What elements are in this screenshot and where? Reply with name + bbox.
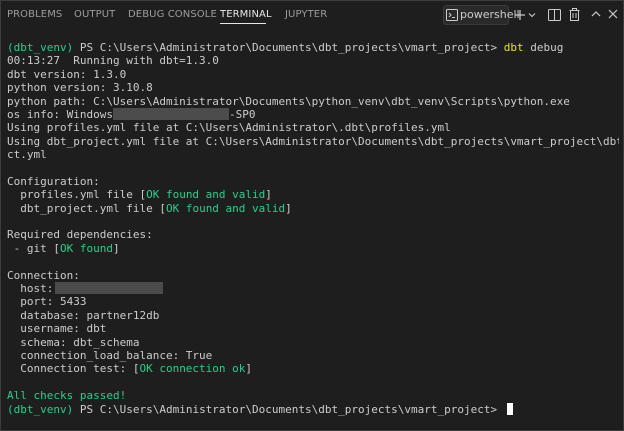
- shell-label: powershell: [460, 8, 520, 21]
- command-prompt-line: (dbt_venv) PS C:\Users\Administrator\Doc…: [7, 41, 619, 54]
- output-line-python-version: python version: 3.10.8: [7, 81, 153, 95]
- active-tab-indicator: [220, 23, 266, 24]
- port-line: port: 5433: [7, 295, 87, 309]
- prompt-env: (dbt_venv): [7, 41, 74, 54]
- os-info-suffix: -SP0: [228, 107, 256, 121]
- redacted-block: [112, 107, 229, 120]
- tab-terminal[interactable]: TERMINAL: [220, 8, 272, 22]
- text-cursor: [506, 402, 513, 415]
- all-checks-passed: All checks passed!: [7, 389, 127, 403]
- schema-line: schema: dbt_schema: [7, 335, 140, 349]
- prompt-path: PS C:\Users\Administrator\Documents\dbt_…: [73, 402, 504, 416]
- profiles-check-status: OK found and valid: [146, 188, 266, 202]
- bracket-close: ]: [112, 241, 120, 255]
- os-info-prefix: os info: Windows: [7, 107, 113, 121]
- connection-test-status: OK connection ok: [139, 362, 246, 376]
- bracket-close: ]: [245, 362, 253, 376]
- bracket-close: ]: [265, 188, 272, 202]
- tab-problems[interactable]: PROBLEMS: [7, 8, 62, 22]
- dependencies-header: Required dependencies:: [7, 228, 153, 242]
- trash-icon[interactable]: [569, 8, 580, 21]
- project-check-label: dbt_project.yml file [: [7, 201, 166, 215]
- output-line-project-file: Using dbt_project.yml file at C:\Users\A…: [7, 134, 619, 148]
- bracket-close: ]: [285, 201, 292, 215]
- username-line: username: dbt: [7, 322, 107, 336]
- redacted-block: [55, 282, 164, 295]
- profiles-check-label: profiles.yml file [: [7, 188, 147, 202]
- connection-test-label: Connection test: [: [7, 362, 140, 376]
- tab-debug-console[interactable]: DEBUG CONSOLE: [128, 8, 217, 22]
- output-line-profiles-file: Using profiles.yml file at C:\Users\Admi…: [7, 121, 451, 135]
- project-check-status: OK found and valid: [165, 201, 286, 215]
- database-line: database: partner12db: [7, 308, 160, 322]
- final-prompt-line: (dbt_venv) PS C:\Users\Administrator\Doc…: [7, 402, 619, 416]
- terminal-icon: [446, 9, 458, 21]
- chevron-down-icon[interactable]: [528, 11, 536, 19]
- load-balance-line: connection_load_balance: True: [7, 348, 213, 362]
- profiles-check-line: profiles.yml file [OK found and valid]: [7, 188, 619, 201]
- terminal-panel: PROBLEMS OUTPUT DEBUG CONSOLE TERMINAL J…: [0, 0, 624, 431]
- tab-jupyter[interactable]: JUPYTER: [285, 8, 327, 22]
- command-name: dbt: [503, 41, 524, 54]
- output-line-time: 00:13:27 Running with dbt=1.3.0: [7, 54, 219, 68]
- terminal-output[interactable]: (dbt_venv) PS C:\Users\Administrator\Doc…: [7, 41, 619, 427]
- prompt-path: PS C:\Users\Administrator\Documents\dbt_…: [73, 41, 504, 54]
- chevron-up-icon[interactable]: [591, 10, 601, 18]
- host-label: host:: [7, 282, 54, 296]
- host-line: host:: [7, 282, 619, 295]
- output-line-dbt-version: dbt version: 1.3.0: [7, 67, 127, 81]
- panel-tab-bar: PROBLEMS OUTPUT DEBUG CONSOLE TERMINAL J…: [1, 1, 623, 29]
- output-line-os-info: os info: Windows -SP0: [7, 107, 619, 121]
- connection-header: Connection:: [7, 268, 80, 282]
- connection-test-line: Connection test: [OK connection ok]: [7, 362, 619, 375]
- output-line-python-path: python path: C:\Users\Administrator\Docu…: [7, 94, 570, 108]
- prompt-env: (dbt_venv): [7, 402, 74, 416]
- plus-icon[interactable]: [514, 9, 526, 21]
- git-check-line: - git [OK found]: [7, 242, 619, 255]
- configuration-header: Configuration:: [7, 174, 100, 188]
- tab-output[interactable]: OUTPUT: [74, 8, 115, 22]
- git-check-status: OK found: [59, 241, 113, 255]
- git-check-label: - git [: [7, 241, 60, 255]
- close-icon[interactable]: [608, 9, 618, 19]
- project-check-line: dbt_project.yml file [OK found and valid…: [7, 202, 619, 215]
- command-args: debug: [523, 41, 564, 54]
- split-icon[interactable]: [548, 9, 561, 21]
- output-line-project-file-wrap: ct.yml: [7, 148, 47, 162]
